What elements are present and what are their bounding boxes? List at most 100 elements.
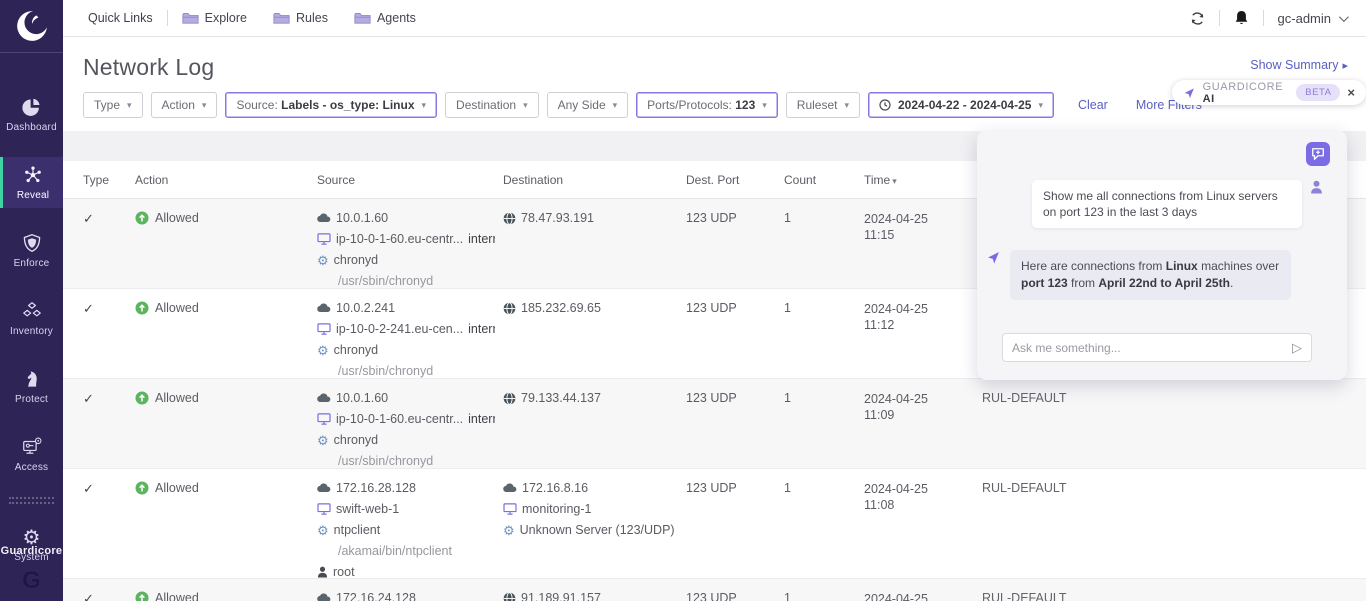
filter-label: Ruleset — [797, 98, 838, 112]
sidebar-item-enforce[interactable]: Enforce — [0, 225, 63, 276]
caret-down-icon: ▾ — [523, 100, 528, 111]
filter-ruleset[interactable]: Ruleset▾ — [786, 92, 860, 118]
sidebar-item-label: Enforce — [14, 258, 50, 269]
user-message-bubble: Show me all connections from Linux serve… — [1032, 180, 1302, 228]
arrow-right-icon: ▸ — [1342, 59, 1348, 72]
globe-icon — [503, 212, 516, 225]
col-header-action[interactable]: Action — [135, 173, 317, 187]
show-summary-link[interactable]: Show Summary ▸ — [1250, 58, 1348, 72]
notifications-button[interactable] — [1234, 10, 1249, 26]
filter-label: Ports/Protocols: 123 — [647, 98, 755, 112]
caret-down-icon: ▾ — [422, 100, 427, 111]
count: 1 — [784, 391, 864, 405]
filter-date-range[interactable]: 2024-04-22 - 2024-04-25 ▾ — [868, 92, 1054, 118]
time: 2024-04-2511:08 — [864, 481, 982, 513]
page-header: Network Log — [63, 37, 1366, 81]
sidebar-item-label: Access — [15, 462, 48, 473]
col-header-dest-port[interactable]: Dest. Port — [686, 173, 784, 187]
destination-ip: 78.47.93.191 — [521, 211, 594, 225]
guardicore-crescent-logo[interactable] — [0, 0, 63, 53]
sidebar-item-label: Protect — [15, 394, 48, 405]
filter-type[interactable]: Type▾ — [83, 92, 143, 118]
show-summary-label: Show Summary — [1250, 58, 1338, 72]
filter-ports[interactable]: Ports/Protocols: 123▾ — [636, 92, 778, 118]
user-icon — [317, 566, 328, 578]
action-label: Allowed — [155, 591, 199, 601]
time: 2024-04-25 — [864, 591, 982, 601]
nav-link-explore[interactable]: Explore — [182, 11, 247, 25]
network-graph-icon — [22, 164, 44, 186]
cloud-icon — [503, 483, 517, 493]
source-process-path: /akamai/bin/ntpclient — [338, 544, 495, 558]
process-gear-icon: ⚙ — [317, 254, 329, 267]
divider — [167, 10, 168, 26]
sidebar-item-inventory[interactable]: Inventory — [0, 293, 63, 344]
source-hostname: ip-10-0-1-60.eu-centr... — [336, 412, 463, 426]
source-hostname: ip-10-0-2-241.eu-cen... — [336, 322, 463, 336]
sidebar-item-access[interactable]: Access — [0, 429, 63, 480]
monitor-icon — [317, 503, 331, 515]
source-hostname: swift-web-1 — [336, 502, 399, 516]
filter-source[interactable]: Source: Labels - os_type: Linux▾ — [225, 92, 437, 118]
dest-port: 123 UDP — [686, 211, 784, 225]
source-process: chronyd — [334, 343, 378, 357]
clear-filters-link[interactable]: Clear — [1078, 98, 1108, 112]
sidebar-item-reveal[interactable]: Reveal — [0, 157, 63, 208]
table-row[interactable]: ✓ Allowed 172.16.28.128 swift-web-1 ⚙ntp… — [63, 469, 1366, 579]
sidebar-footer: Guardicore G — [0, 545, 63, 593]
cloud-icon — [317, 303, 331, 313]
send-icon[interactable]: ▷ — [1292, 340, 1302, 356]
sidebar-divider — [9, 497, 54, 507]
col-header-time[interactable]: Time▾ — [864, 173, 982, 187]
new-chat-button[interactable] — [1306, 142, 1330, 166]
filter-label: Any Side — [558, 98, 606, 112]
chevron-down-icon — [1339, 12, 1349, 22]
dest-port: 123 UDP — [686, 481, 784, 495]
sidebar-item-label: Dashboard — [6, 122, 57, 133]
divider — [1263, 10, 1264, 26]
ruleset: RUL-DEFAULT — [982, 591, 1366, 601]
table-row[interactable]: ✓ Allowed 172.16.24.128 91.189.91.157 12… — [63, 579, 1366, 601]
pie-chart-icon — [21, 96, 43, 118]
ruleset: RUL-DEFAULT — [982, 481, 1366, 495]
col-header-type[interactable]: Type — [83, 173, 135, 187]
ai-chat-input[interactable] — [1012, 341, 1292, 355]
col-header-destination[interactable]: Destination — [503, 173, 686, 187]
col-header-source[interactable]: Source — [317, 173, 503, 187]
process-gear-icon: ⚙ — [317, 434, 329, 447]
filter-any-side[interactable]: Any Side ▾ — [547, 92, 629, 118]
table-row[interactable]: ✓ Allowed 10.0.1.60 ip-10-0-1-60.eu-cent… — [63, 379, 1366, 469]
refresh-icon — [1190, 11, 1205, 26]
source-hostname: ip-10-0-1-60.eu-centr... — [336, 232, 463, 246]
nav-link-agents[interactable]: Agents — [354, 11, 416, 25]
allowed-icon — [135, 591, 149, 601]
time: 2024-04-2511:09 — [864, 391, 982, 423]
nav-link-label: Rules — [296, 11, 328, 25]
page-title: Network Log — [83, 54, 1346, 81]
sidebar-item-protect[interactable]: Protect — [0, 361, 63, 412]
user-menu[interactable]: gc-admin — [1278, 11, 1346, 26]
source-ip: 172.16.24.128 — [336, 591, 416, 601]
new-chat-icon — [1311, 147, 1325, 161]
source-process-path: /usr/sbin/chronyd — [338, 454, 495, 468]
count: 1 — [784, 591, 864, 601]
quick-links[interactable]: Quick Links — [88, 11, 153, 25]
caret-down-icon: ▾ — [202, 100, 207, 111]
allowed-icon — [135, 391, 149, 405]
filter-destination[interactable]: Destination▾ — [445, 92, 539, 118]
close-icon[interactable]: × — [1347, 87, 1355, 99]
caret-down-icon: ▾ — [613, 100, 618, 111]
count: 1 — [784, 481, 864, 495]
col-header-count[interactable]: Count — [784, 173, 864, 187]
refresh-button[interactable] — [1190, 11, 1205, 26]
sidebar-item-dashboard[interactable]: Dashboard — [0, 89, 63, 140]
nav-link-rules[interactable]: Rules — [273, 11, 328, 25]
action-label: Allowed — [155, 211, 199, 225]
monitor-icon — [317, 413, 331, 425]
filter-action[interactable]: Action▾ — [151, 92, 218, 118]
cloud-icon — [317, 483, 331, 493]
crescent-icon — [15, 9, 49, 43]
filter-label: Type — [94, 98, 120, 112]
chess-knight-icon — [21, 368, 43, 390]
nav-link-label: Agents — [377, 11, 416, 25]
